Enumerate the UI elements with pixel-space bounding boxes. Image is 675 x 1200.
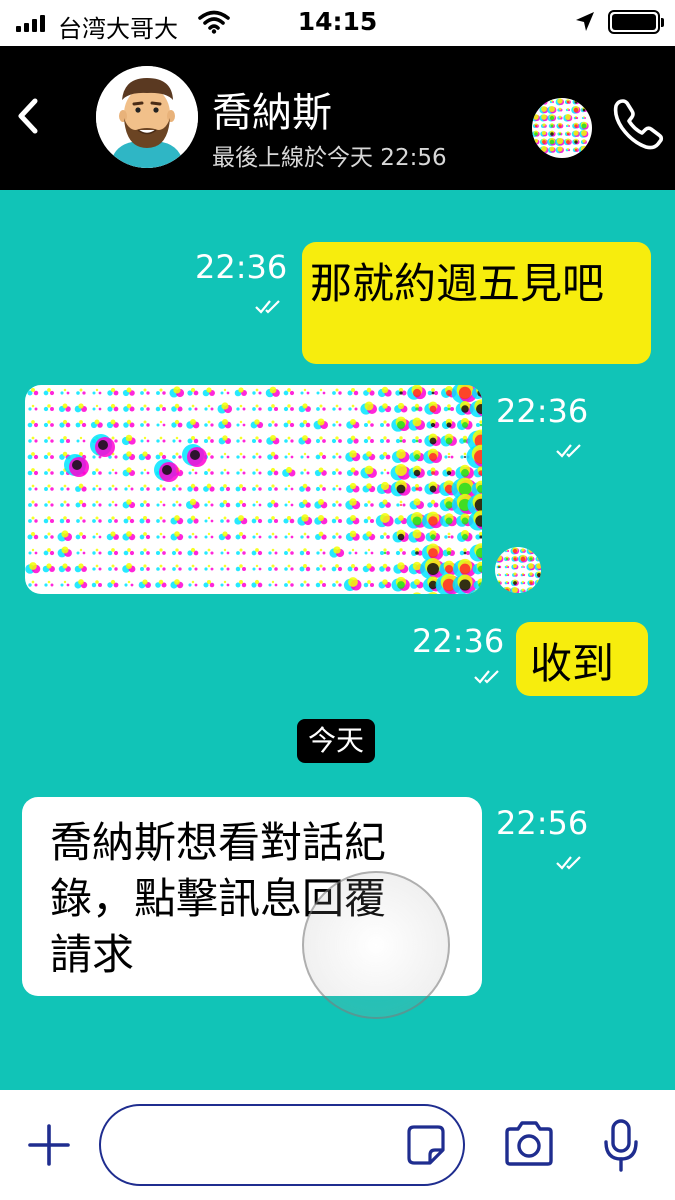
contact-avatar[interactable] (96, 66, 198, 168)
phone-icon[interactable] (610, 96, 666, 152)
touch-indicator (302, 871, 450, 1019)
halftone-dots-avatar-icon (495, 547, 541, 593)
read-ticks-icon (474, 670, 499, 684)
message-time: 22:56 (496, 804, 589, 842)
last-seen-status: 最後上線於今天 22:56 (212, 145, 447, 171)
camera-icon[interactable] (502, 1120, 556, 1168)
outgoing-message-bubble[interactable]: 那就約週五見吧 (302, 242, 651, 364)
read-ticks-icon (556, 444, 581, 458)
chat-header: 喬納斯 最後上線於今天 22:56 (0, 46, 675, 190)
status-bar: 台湾大哥大 14:15 (0, 0, 675, 46)
plus-icon[interactable] (26, 1122, 72, 1168)
back-button[interactable] (8, 91, 48, 141)
sticker-icon[interactable] (406, 1124, 446, 1166)
read-ticks-icon (255, 300, 280, 314)
message-composer (0, 1090, 675, 1200)
location-arrow-icon (576, 12, 594, 31)
message-text: 收到 (530, 639, 615, 688)
halftone-dots-avatar-icon[interactable] (532, 98, 592, 158)
message-time: 22:36 (195, 248, 288, 286)
battery-level (612, 14, 656, 30)
contact-name[interactable]: 喬納斯 (212, 80, 332, 138)
date-separator: 今天 (297, 719, 375, 763)
battery-icon (608, 10, 664, 34)
microphone-icon[interactable] (602, 1118, 640, 1174)
read-ticks-icon (556, 856, 581, 870)
message-time: 22:36 (496, 392, 589, 430)
sender-avatar[interactable] (495, 547, 541, 593)
message-time: 22:36 (412, 622, 505, 660)
outgoing-message-bubble[interactable]: 收到 (516, 622, 648, 696)
bearded-man-avatar-icon (96, 66, 198, 168)
message-text: 那就約週五見吧 (310, 259, 605, 308)
incoming-image-message[interactable] (25, 385, 482, 594)
halftone-dot-pattern-image (25, 385, 482, 594)
